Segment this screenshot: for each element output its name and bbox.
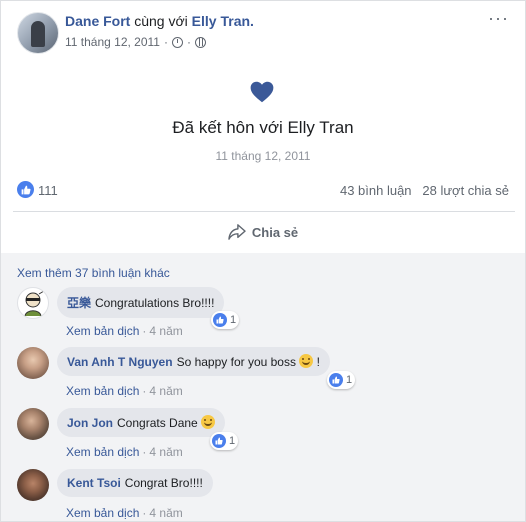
comment-text: Congrats Dane bbox=[117, 416, 198, 430]
reaction-count: 1 bbox=[346, 374, 353, 386]
globe-icon[interactable] bbox=[194, 36, 206, 48]
commenter-name-link[interactable]: 亞樂 bbox=[67, 296, 91, 310]
share-button[interactable]: Chia sẻ bbox=[1, 213, 525, 251]
comment-item: Van Anh T Nguyen So happy for you boss ! … bbox=[17, 347, 517, 407]
comment-text: Congratulations Bro!!!! bbox=[95, 296, 215, 310]
translate-link[interactable]: Xem bản dịch bbox=[66, 324, 139, 338]
comment-bubble: Jon Jon Congrats Dane bbox=[57, 408, 226, 437]
action-separator: · bbox=[142, 384, 147, 398]
comment-age[interactable]: 4 năm bbox=[149, 506, 182, 520]
comment-item: Kent Tsoi Congrat Bro!!!! Xem bản dịch · 4 … bbox=[17, 469, 517, 521]
comment-text: So happy for you boss bbox=[176, 355, 296, 369]
like-reaction-icon[interactable] bbox=[17, 181, 34, 198]
commenter-avatar[interactable] bbox=[17, 347, 49, 379]
comment-item: 亞樂 Congratulations Bro!!!! 1 Xem bản dịch… bbox=[17, 287, 517, 347]
comment-age[interactable]: 4 năm bbox=[149, 324, 182, 338]
stats-right: 43 bình luận 28 lượt chia sẻ bbox=[340, 183, 509, 198]
meta-separator-2: · bbox=[186, 35, 191, 49]
smile-emoji-icon bbox=[299, 354, 314, 368]
comment-item: Jon Jon Congrats Dane 1 Xem bản dịch · 4 nă… bbox=[17, 408, 517, 468]
life-event: Đã kết hôn với Elly Tran 11 tháng 12, 20… bbox=[1, 71, 525, 171]
commenter-name-link[interactable]: Jon Jon bbox=[67, 416, 113, 430]
comment-actions: Xem bản dịch · 4 năm bbox=[66, 445, 183, 459]
translate-link[interactable]: Xem bản dịch bbox=[66, 445, 139, 459]
thumbs-up-icon bbox=[215, 437, 223, 445]
thumbs-up-icon bbox=[21, 185, 31, 194]
life-event-title: Đã kết hôn với Elly Tran bbox=[172, 118, 354, 137]
comment-count-link[interactable]: 43 bình luận bbox=[340, 183, 412, 198]
like-reaction-icon bbox=[212, 434, 226, 448]
comment-actions: Xem bản dịch · 4 năm bbox=[66, 506, 183, 520]
comment-age[interactable]: 4 năm bbox=[149, 445, 182, 459]
thumbs-up-icon bbox=[216, 316, 224, 324]
author-line: Dane Fort cùng với Elly Tran. bbox=[65, 13, 254, 29]
view-more-comments-link[interactable]: Xem thêm 37 bình luận khác bbox=[17, 266, 170, 280]
comment-text-suffix: ! bbox=[316, 355, 321, 369]
reaction-count: 1 bbox=[229, 435, 236, 447]
commenter-avatar[interactable] bbox=[17, 287, 49, 319]
tagged-name-link[interactable]: Elly Tran. bbox=[192, 13, 254, 29]
like-reaction-icon bbox=[213, 313, 227, 327]
like-count[interactable]: 111 bbox=[38, 183, 58, 198]
comment-text: Congrat Bro!!!! bbox=[124, 476, 203, 490]
meta-separator: · bbox=[163, 35, 168, 49]
post-date[interactable]: 11 tháng 12, 2011 bbox=[65, 35, 160, 49]
commenter-name-link[interactable]: Kent Tsoi bbox=[67, 476, 121, 490]
like-reaction-icon bbox=[329, 373, 343, 387]
ellipsis-icon[interactable]: ··· bbox=[488, 9, 509, 27]
smile-emoji-icon bbox=[201, 415, 216, 429]
commenter-avatar[interactable] bbox=[17, 469, 49, 501]
action-separator: · bbox=[142, 445, 147, 459]
translate-link[interactable]: Xem bản dịch bbox=[66, 384, 139, 398]
comments-section: Xem thêm 37 bình luận khác 亞樂 Congratulat… bbox=[1, 253, 525, 521]
comment-bubble: 亞樂 Congratulations Bro!!!! bbox=[57, 287, 225, 318]
post-card: Dane Fort cùng với Elly Tran. 11 tháng 1… bbox=[0, 0, 526, 522]
cartoon-avatar-icon bbox=[24, 290, 45, 317]
thumbs-up-icon bbox=[332, 376, 340, 384]
comment-reactions[interactable]: 1 bbox=[210, 432, 239, 450]
commenter-avatar[interactable] bbox=[17, 408, 49, 440]
life-event-date: 11 tháng 12, 2011 bbox=[215, 149, 311, 163]
clock-icon bbox=[171, 36, 183, 48]
post-header: Dane Fort cùng với Elly Tran. 11 tháng 1… bbox=[1, 1, 525, 61]
comment-reactions[interactable]: 1 bbox=[327, 371, 356, 389]
action-separator: · bbox=[142, 324, 147, 338]
translate-link[interactable]: Xem bản dịch bbox=[66, 506, 139, 520]
commenter-name-link[interactable]: Van Anh T Nguyen bbox=[67, 355, 173, 369]
author-avatar[interactable] bbox=[17, 12, 59, 54]
post-meta: 11 tháng 12, 2011 · · bbox=[65, 35, 206, 49]
comment-bubble: Kent Tsoi Congrat Bro!!!! bbox=[57, 469, 213, 497]
post-stats: 111 43 bình luận 28 lượt chia sẻ bbox=[17, 179, 509, 203]
action-separator: · bbox=[142, 506, 147, 520]
divider bbox=[13, 211, 515, 212]
author-name-link[interactable]: Dane Fort bbox=[65, 13, 130, 29]
share-count-link[interactable]: 28 lượt chia sẻ bbox=[422, 183, 509, 198]
reaction-count: 1 bbox=[230, 314, 237, 326]
share-label: Chia sẻ bbox=[251, 224, 299, 240]
comment-actions: Xem bản dịch · 4 năm bbox=[66, 384, 183, 398]
comment-actions: Xem bản dịch · 4 năm bbox=[66, 324, 183, 338]
share-arrow-icon bbox=[228, 224, 246, 240]
comment-reactions[interactable]: 1 bbox=[211, 311, 240, 329]
with-text: cùng với bbox=[134, 13, 188, 29]
comment-bubble: Van Anh T Nguyen So happy for you boss ! bbox=[57, 347, 331, 376]
heart-icon bbox=[250, 81, 274, 103]
comment-age[interactable]: 4 năm bbox=[149, 384, 182, 398]
